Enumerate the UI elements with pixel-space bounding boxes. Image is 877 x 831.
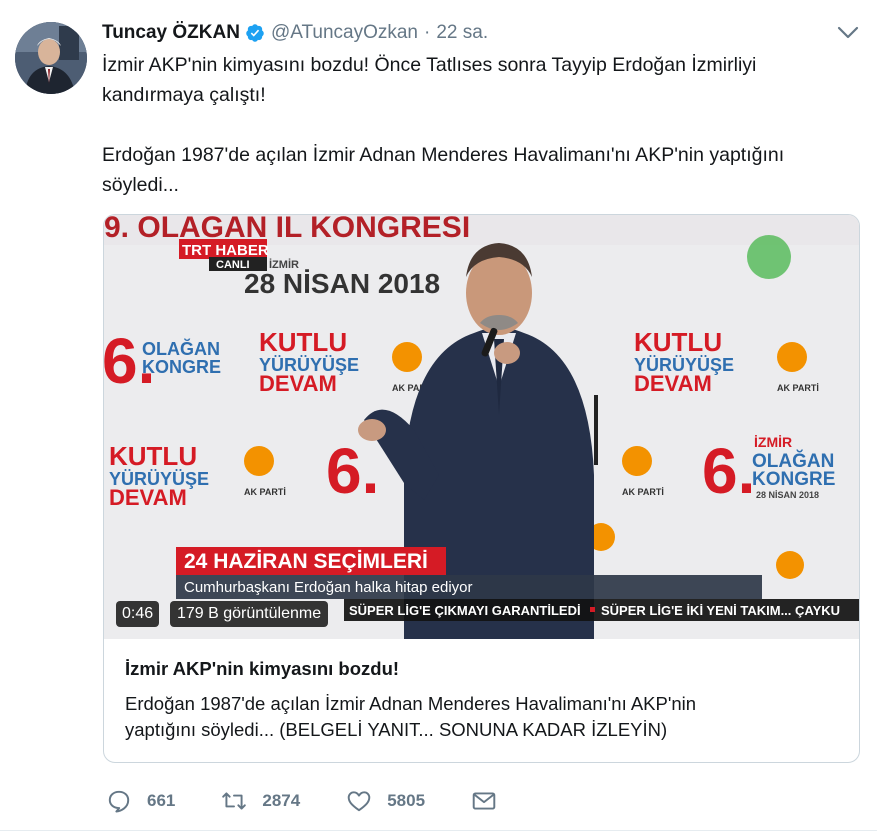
reply-count: 661 <box>147 791 176 810</box>
tweet-header: Tuncay ÖZKAN @ATuncayOzkan · 22 sa. <box>102 20 488 46</box>
news-ticker: SÜPER LİG'E İKİ YENİ TAKIM... ÇAYKU <box>601 603 840 618</box>
link-card[interactable]: 9. OLAĞAN İL KONGRESİ TRT HABER CANLI İZ… <box>103 214 860 763</box>
backdrop-slogan-text: DEVAM <box>259 371 337 396</box>
party-label: AK PARTİ <box>244 487 286 497</box>
like-button[interactable]: 5805 <box>346 788 425 814</box>
party-label: AK PARTİ <box>777 383 819 393</box>
tweet-text-line: söyledi... <box>102 174 179 196</box>
backdrop-congress-text: KONGRE <box>752 469 835 490</box>
tweet: Tuncay ÖZKAN @ATuncayOzkan · 22 sa. İzmi… <box>0 0 877 831</box>
tweet-text: İzmir AKP'nin kimyasını bozdu! Önce Tatl… <box>102 50 842 200</box>
tweet-text-line: kandırmaya çalıştı! <box>102 84 266 106</box>
svg-text:6.: 6. <box>326 435 379 507</box>
tweet-text-line: İzmir AKP'nin kimyasını bozdu! Önce Tatl… <box>102 54 757 76</box>
event-date: 28 NİSAN 2018 <box>244 268 440 299</box>
backdrop-slogan-text: KUTLU <box>634 327 722 357</box>
backdrop-slogan-text: DEVAM <box>634 371 712 396</box>
direct-message-button[interactable] <box>471 788 497 814</box>
reply-button[interactable]: 661 <box>106 788 175 814</box>
akp-bulb-icon <box>244 446 274 476</box>
chevron-down-icon[interactable] <box>837 24 859 42</box>
banner-top-text: 9. OLAĞAN İL KONGRESİ <box>104 215 470 244</box>
author-fullname[interactable]: Tuncay ÖZKAN <box>102 22 240 44</box>
author-handle[interactable]: @ATuncayOzkan <box>271 22 418 44</box>
backdrop-slogan-text: KUTLU <box>109 441 197 471</box>
lower-third-subtitle: Cumhurbaşkanı Erdoğan halka hitap ediyor <box>184 579 473 596</box>
akp-bulb-icon <box>392 342 422 372</box>
verified-badge-icon <box>246 24 264 42</box>
card-description-line: Erdoğan 1987'de açılan İzmir Adnan Mende… <box>125 693 697 714</box>
video-duration-badge: 0:46 <box>116 601 160 627</box>
video-frame: 9. OLAĞAN İL KONGRESİ TRT HABER CANLI İZ… <box>104 215 859 639</box>
backdrop-congress-text: 28 NİSAN 2018 <box>756 490 819 500</box>
channel-bug-icon <box>747 235 791 279</box>
news-ticker: SÜPER LİG'E ÇIKMAYI GARANTİLEDİ <box>349 603 581 618</box>
card-description-line: yaptığını söyledi... (BELGELİ YANIT... S… <box>125 719 668 740</box>
backdrop-slogan-text: KUTLU <box>259 327 347 357</box>
akp-bulb-icon <box>777 342 807 372</box>
tweet-timestamp[interactable]: 22 sa. <box>436 22 488 44</box>
retweet-count: 2874 <box>262 791 301 810</box>
trt-haber-logo: TRT HABER <box>182 242 269 259</box>
reply-icon <box>108 790 130 813</box>
akp-bulb-icon <box>622 446 652 476</box>
video-views-badge: 179 B görüntülenme <box>170 601 329 627</box>
akp-bulb-icon <box>776 551 804 579</box>
backdrop-slogan-text: DEVAM <box>109 485 187 510</box>
envelope-icon <box>472 792 496 810</box>
backdrop-congress-text: KONGRE <box>142 357 221 377</box>
header-separator: · <box>424 22 431 43</box>
video-player[interactable]: 9. OLAĞAN İL KONGRESİ TRT HABER CANLI İZ… <box>104 215 859 639</box>
backdrop-congress-text: İZMİR <box>754 434 792 450</box>
heart-icon <box>347 791 371 812</box>
lower-third-title: 24 HAZİRAN SEÇİMLERİ <box>184 550 428 573</box>
avatar[interactable] <box>15 22 87 94</box>
card-description: Erdoğan 1987'de açılan İzmir Adnan Mende… <box>125 691 839 743</box>
profile-photo <box>15 22 87 94</box>
tweet-text-line: Erdoğan 1987'de açılan İzmir Adnan Mende… <box>102 144 785 166</box>
like-count: 5805 <box>387 791 426 810</box>
retweet-button[interactable]: 2874 <box>221 788 300 814</box>
svg-text:6.: 6. <box>702 435 755 507</box>
party-label: AK PARTİ <box>622 487 664 497</box>
card-title: İzmir AKP'nin kimyasını bozdu! <box>125 658 400 679</box>
card-body[interactable]: İzmir AKP'nin kimyasını bozdu! Erdoğan 1… <box>104 639 859 743</box>
backdrop-congress-text: OLAĞAN <box>142 338 220 359</box>
retweet-icon <box>222 792 247 810</box>
tweet-actions: 661 2874 5805 <box>106 786 543 816</box>
